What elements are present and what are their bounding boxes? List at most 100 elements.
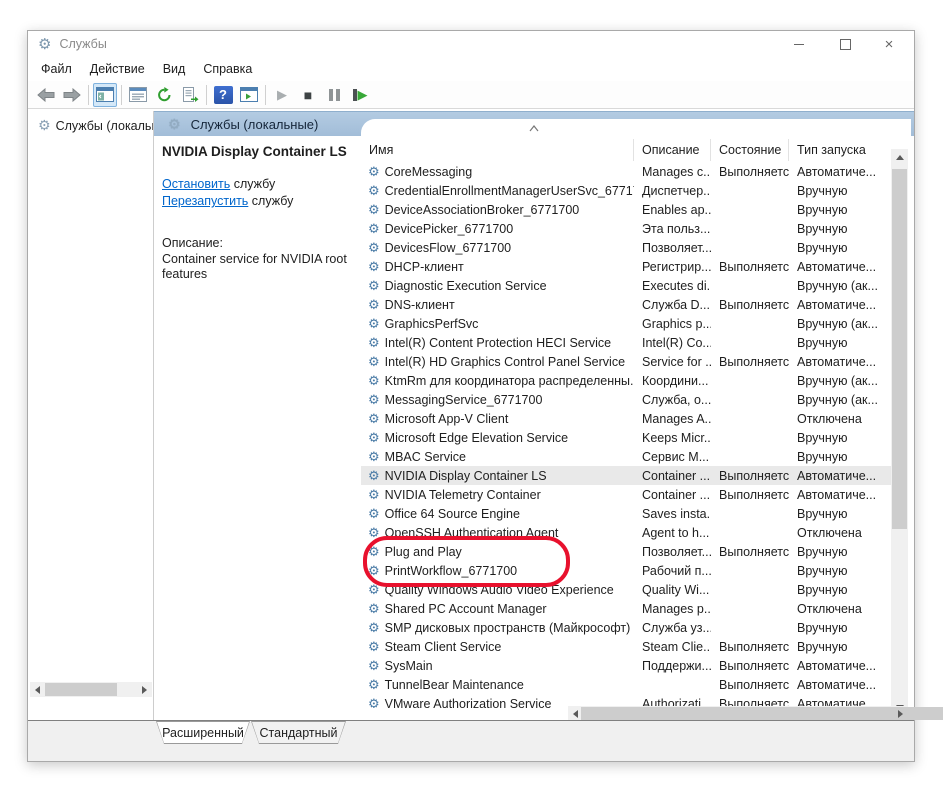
cell-desc: Graphics p...: [634, 317, 711, 331]
start-service-button[interactable]: ▶: [270, 83, 294, 107]
menu-help[interactable]: Справка: [194, 59, 261, 79]
tab-standard[interactable]: Стандартный: [251, 721, 346, 744]
help-button[interactable]: ?: [211, 83, 235, 107]
cell-name: ⚙DNS-клиент: [361, 298, 634, 312]
cell-st: Выполняется: [711, 488, 789, 502]
cell-tp: Вручную (ак...: [789, 393, 886, 407]
show-console-tree-button[interactable]: [93, 83, 117, 107]
service-gear-icon: ⚙: [368, 336, 380, 349]
scroll-left-icon[interactable]: [30, 682, 45, 697]
vscroll-thumb[interactable]: [892, 169, 907, 529]
scroll-right-icon[interactable]: [137, 682, 152, 697]
table-row[interactable]: ⚙MBAC ServiceСервис M...Вручную: [361, 447, 894, 466]
table-row[interactable]: ⚙KtmRm для координатора распределенны...…: [361, 371, 894, 390]
pause-service-button[interactable]: [322, 83, 346, 107]
table-row[interactable]: ⚙PrintWorkflow_6771700Рабочий п...Вручну…: [361, 561, 894, 580]
table-row[interactable]: ⚙CredentialEnrollmentManagerUserSvc_6771…: [361, 181, 894, 200]
stop-service-line: Остановить службу: [162, 176, 293, 193]
title-bar: ⚙ Службы ×: [28, 31, 914, 57]
cell-tp: Вручную: [789, 203, 886, 217]
service-gear-icon: ⚙: [368, 621, 380, 634]
description-label: Описание:: [162, 236, 347, 252]
column-header-description[interactable]: Описание: [634, 139, 711, 161]
cell-tp: Вручную: [789, 545, 886, 559]
cell-name: ⚙PrintWorkflow_6771700: [361, 564, 634, 578]
scroll-up-icon[interactable]: [891, 149, 908, 166]
cell-tp: Вручную (ак...: [789, 317, 886, 331]
restart-service-link[interactable]: Перезапустить: [162, 194, 248, 208]
export-list-button[interactable]: [178, 83, 202, 107]
table-row[interactable]: ⚙TunnelBear MaintenanceВыполняетсяАвтома…: [361, 675, 894, 694]
table-row[interactable]: ⚙DevicesFlow_6771700Позволяет...Вручную: [361, 238, 894, 257]
table-row[interactable]: ⚙GraphicsPerfSvcGraphics p...Вручную (ак…: [361, 314, 894, 333]
table-row[interactable]: ⚙Quality Windows Audio Video ExperienceQ…: [361, 580, 894, 599]
forward-button[interactable]: [60, 83, 84, 107]
tree-item-services-local[interactable]: ⚙ Службы (локальные): [38, 117, 153, 134]
show-action-pane-button[interactable]: [237, 83, 261, 107]
column-header-status[interactable]: Состояние: [711, 139, 789, 161]
close-button[interactable]: ×: [872, 31, 906, 57]
services-window: ⚙ Службы × Файл Действие Вид Справка: [27, 30, 915, 762]
table-row[interactable]: ⚙Intel(R) HD Graphics Control Panel Serv…: [361, 352, 894, 371]
restart-icon: ▶: [353, 88, 368, 101]
hscroll-thumb[interactable]: [581, 707, 943, 720]
table-row[interactable]: ⚙CoreMessagingManages c...ВыполняетсяАвт…: [361, 162, 894, 181]
refresh-button[interactable]: [152, 83, 176, 107]
table-row[interactable]: ⚙Microsoft Edge Elevation ServiceKeeps M…: [361, 428, 894, 447]
table-row[interactable]: ⚙NVIDIA Telemetry ContainerContainer ...…: [361, 485, 894, 504]
cell-tp: Вручную: [789, 241, 886, 255]
service-gear-icon: ⚙: [368, 374, 380, 387]
table-row[interactable]: ⚙SysMainПоддержи...ВыполняетсяАвтоматиче…: [361, 656, 894, 675]
cell-tp: Автоматиче...: [789, 469, 886, 483]
table-row[interactable]: ⚙SMP дисковых пространств (Майкрософт)Сл…: [361, 618, 894, 637]
table-row[interactable]: ⚙DNS-клиентСлужба D...ВыполняетсяАвтомат…: [361, 295, 894, 314]
properties-button[interactable]: [126, 83, 150, 107]
column-header-startup-type[interactable]: Тип запуска: [789, 139, 886, 161]
horizontal-scrollbar[interactable]: [568, 706, 908, 721]
cell-desc: Container ...: [634, 488, 711, 502]
cell-tp: Вручную: [789, 507, 886, 521]
table-row[interactable]: ⚙Plug and PlayПозволяет...ВыполняетсяВру…: [361, 542, 894, 561]
menu-file[interactable]: Файл: [32, 59, 81, 79]
cell-desc: Container ...: [634, 469, 711, 483]
restart-service-button[interactable]: ▶: [348, 83, 372, 107]
cell-name: ⚙CredentialEnrollmentManagerUserSvc_6771…: [361, 184, 634, 198]
cell-name: ⚙DevicesFlow_6771700: [361, 241, 634, 255]
back-button[interactable]: [34, 83, 58, 107]
table-row[interactable]: ⚙Microsoft App-V ClientManages A...Отклю…: [361, 409, 894, 428]
service-gear-icon: ⚙: [368, 298, 380, 311]
stop-service-button[interactable]: ■: [296, 83, 320, 107]
column-header-name[interactable]: Имя: [361, 139, 634, 161]
table-row[interactable]: ⚙MessagingService_6771700Служба, о...Вру…: [361, 390, 894, 409]
table-row[interactable]: ⚙NVIDIA Display Container LSContainer ..…: [361, 466, 894, 485]
cell-tp: Вручную: [789, 621, 886, 635]
table-row[interactable]: ⚙Intel(R) Content Protection HECI Servic…: [361, 333, 894, 352]
cell-tp: Вручную: [789, 450, 886, 464]
stop-service-link[interactable]: Остановить: [162, 177, 230, 191]
tree-hscroll-thumb[interactable]: [45, 683, 117, 696]
maximize-button[interactable]: [828, 31, 862, 57]
scroll-right-icon[interactable]: [893, 706, 908, 721]
cell-desc: Служба уз...: [634, 621, 711, 635]
vertical-scrollbar[interactable]: [891, 149, 908, 716]
cell-desc: Служба D...: [634, 298, 711, 312]
table-row[interactable]: ⚙OpenSSH Authentication AgentAgent to h.…: [361, 523, 894, 542]
menu-action[interactable]: Действие: [81, 59, 154, 79]
cell-tp: Отключена: [789, 526, 886, 540]
maximize-icon: [840, 39, 851, 50]
back-arrow-icon: [37, 88, 55, 102]
console-tree-icon: [96, 87, 114, 102]
cell-st: Выполняется: [711, 469, 789, 483]
table-row[interactable]: ⚙Office 64 Source EngineSaves insta...Вр…: [361, 504, 894, 523]
table-row[interactable]: ⚙DeviceAssociationBroker_6771700Enables …: [361, 200, 894, 219]
table-row[interactable]: ⚙DHCP-клиентРегистрир...ВыполняетсяАвтом…: [361, 257, 894, 276]
tab-extended[interactable]: Расширенный: [156, 721, 250, 744]
tree-horizontal-scrollbar[interactable]: [30, 682, 152, 697]
table-row[interactable]: ⚙Shared PC Account ManagerManages p...От…: [361, 599, 894, 618]
cell-name: ⚙MessagingService_6771700: [361, 393, 634, 407]
table-row[interactable]: ⚙DevicePicker_6771700Эта польз...Вручную: [361, 219, 894, 238]
table-row[interactable]: ⚙Diagnostic Execution ServiceExecutes di…: [361, 276, 894, 295]
minimize-button[interactable]: [782, 31, 816, 57]
menu-view[interactable]: Вид: [154, 59, 195, 79]
table-row[interactable]: ⚙Steam Client ServiceSteam Clie...Выполн…: [361, 637, 894, 656]
